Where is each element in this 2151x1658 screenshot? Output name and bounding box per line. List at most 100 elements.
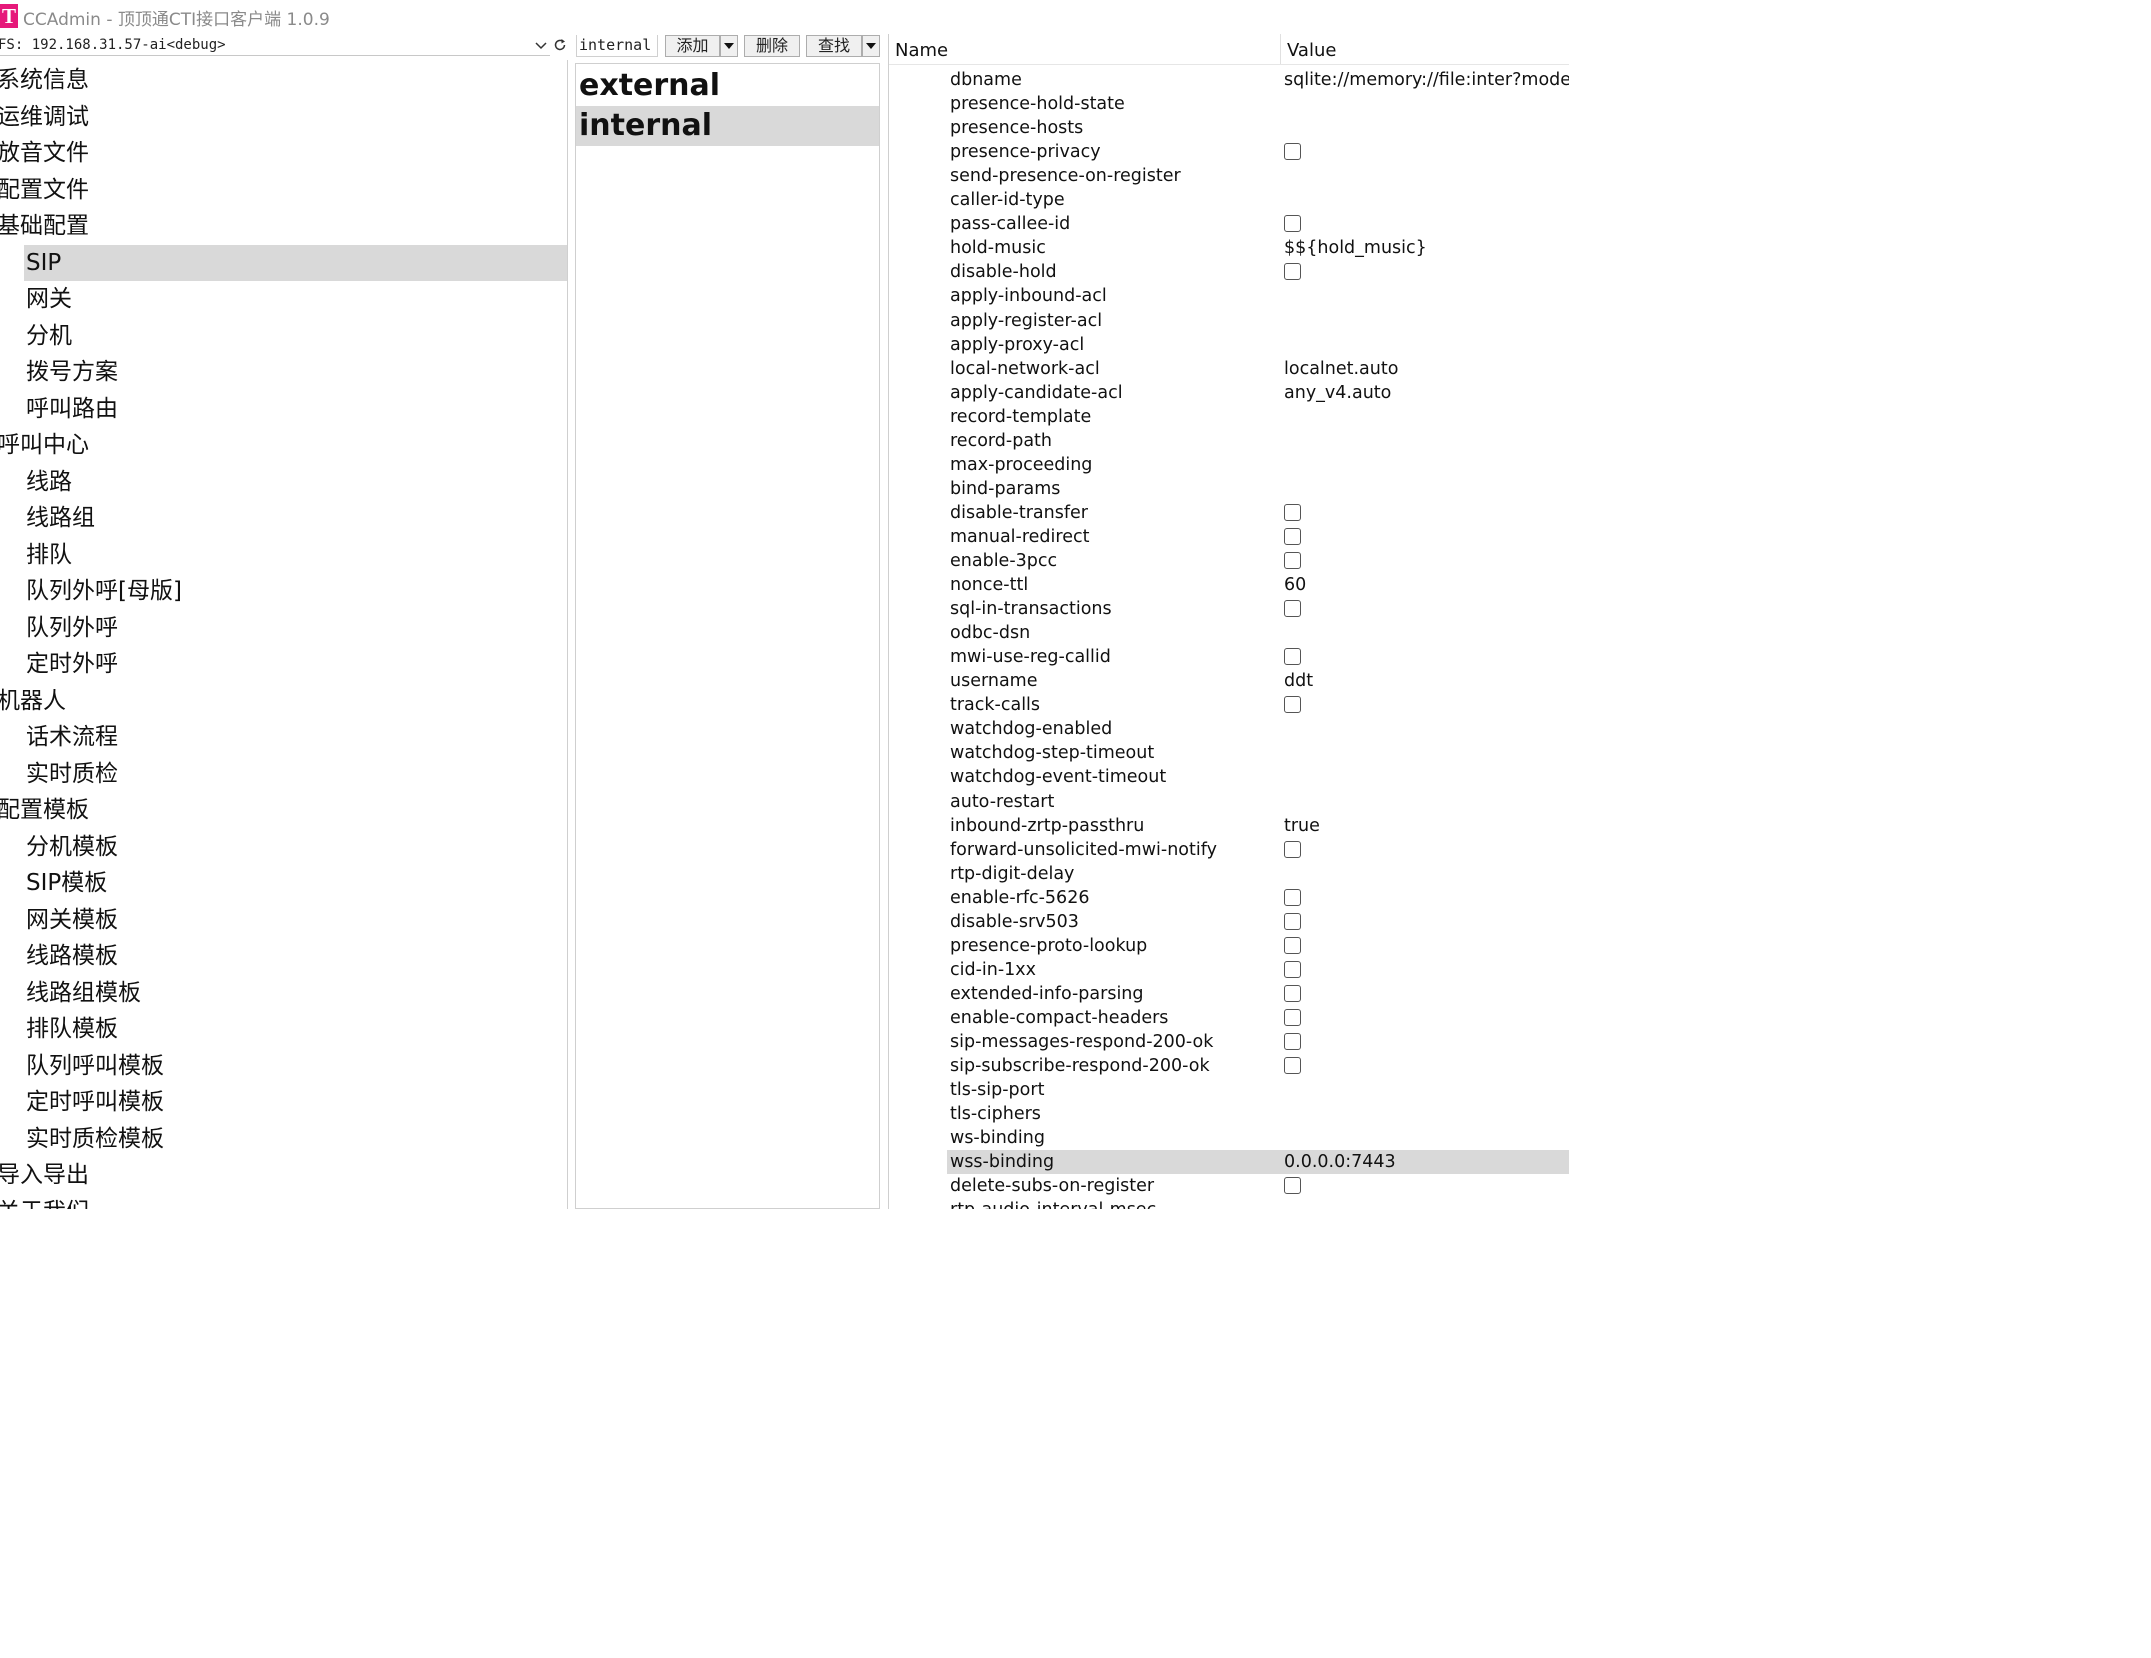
property-checkbox[interactable] — [1284, 960, 1301, 978]
tree-item[interactable]: 定时呼叫模板 — [0, 1084, 567, 1120]
property-row[interactable]: send-presence-on-register — [889, 164, 1569, 188]
tree-item[interactable]: 分机模板 — [0, 829, 567, 865]
property-value[interactable]: 0.0.0.0:7443 — [1284, 1150, 1396, 1174]
property-row[interactable]: enable-3pcc — [889, 549, 1569, 573]
property-row[interactable]: auto-restart — [889, 790, 1569, 814]
tree-item[interactable]: 机器人 — [0, 683, 567, 719]
profile-select[interactable]: internal — [576, 35, 658, 57]
property-row[interactable]: cid-in-1xx — [889, 958, 1569, 982]
tree-item[interactable]: 实时质检模板 — [0, 1121, 567, 1157]
property-value[interactable]: true — [1284, 814, 1320, 838]
property-row[interactable]: watchdog-event-timeout — [889, 765, 1569, 789]
tree-item[interactable]: 线路模板 — [0, 938, 567, 974]
tree-item[interactable]: 话术流程 — [0, 719, 567, 755]
property-row[interactable]: caller-id-type — [889, 188, 1569, 212]
property-row[interactable]: enable-rfc-5626 — [889, 886, 1569, 910]
property-row[interactable]: tls-ciphers — [889, 1102, 1569, 1126]
tree-item[interactable]: 拨号方案 — [0, 354, 567, 390]
property-checkbox[interactable] — [1284, 936, 1301, 954]
property-row[interactable]: presence-hosts — [889, 116, 1569, 140]
property-row[interactable]: nonce-ttl 60 — [889, 573, 1569, 597]
property-checkbox[interactable] — [1284, 503, 1301, 521]
property-checkbox[interactable] — [1284, 263, 1301, 281]
find-dropdown-arrow-icon[interactable] — [862, 35, 880, 57]
tree-item[interactable]: 排队模板 — [0, 1011, 567, 1047]
property-row[interactable]: ws-binding — [889, 1126, 1569, 1150]
property-row[interactable]: max-proceeding — [889, 453, 1569, 477]
property-row[interactable]: rtp-audio-interval-msec — [889, 1198, 1569, 1209]
property-row[interactable]: record-path — [889, 429, 1569, 453]
tree-item[interactable]: SIP — [24, 244, 567, 281]
tree-item[interactable]: 队列呼叫模板 — [0, 1048, 567, 1084]
property-row[interactable]: apply-candidate-acl any_v4.auto — [889, 381, 1569, 405]
tree-item[interactable]: 系统信息 — [0, 62, 567, 98]
tree-item[interactable]: 呼叫路由 — [0, 391, 567, 427]
property-row[interactable]: wss-binding 0.0.0.0:7443 — [889, 1150, 1569, 1175]
property-row[interactable]: odbc-dsn — [889, 621, 1569, 645]
property-row[interactable]: presence-hold-state — [889, 92, 1569, 116]
server-select[interactable]: FS: 192.168.31.57-ai<debug> — [0, 35, 550, 56]
property-checkbox[interactable] — [1284, 888, 1301, 906]
property-value[interactable]: any_v4.auto — [1284, 381, 1391, 405]
property-checkbox[interactable] — [1284, 1008, 1301, 1026]
tree-item[interactable]: 配置模板 — [0, 792, 567, 828]
tree-item[interactable]: 网关 — [0, 281, 567, 317]
name-column-header[interactable]: Name — [895, 40, 948, 61]
chevron-down-icon[interactable] — [534, 38, 548, 52]
tree-item[interactable]: 网关模板 — [0, 902, 567, 938]
property-row[interactable]: record-template — [889, 405, 1569, 429]
refresh-icon[interactable] — [553, 38, 567, 52]
property-row[interactable]: enable-compact-headers — [889, 1006, 1569, 1030]
property-row[interactable]: disable-hold — [889, 260, 1569, 284]
property-checkbox[interactable] — [1284, 1057, 1301, 1075]
property-checkbox[interactable] — [1284, 600, 1301, 618]
tree-item[interactable]: 导入导出 — [0, 1157, 567, 1193]
property-row[interactable]: local-network-acl localnet.auto — [889, 357, 1569, 381]
property-row[interactable]: track-calls — [889, 693, 1569, 717]
tree-item[interactable]: 线路组模板 — [0, 975, 567, 1011]
property-value[interactable]: ddt — [1284, 669, 1313, 693]
tree-item[interactable]: 分机 — [0, 318, 567, 354]
property-checkbox[interactable] — [1284, 840, 1301, 858]
tree-item[interactable]: 关于我们 — [0, 1194, 567, 1210]
property-checkbox[interactable] — [1284, 1177, 1301, 1195]
property-row[interactable]: disable-transfer — [889, 501, 1569, 525]
property-value[interactable]: $${hold_music} — [1284, 236, 1427, 260]
tree-item[interactable]: 线路组 — [0, 500, 567, 536]
property-row[interactable]: dbname sqlite://memory://file:inter?mode=… — [889, 68, 1569, 92]
property-row[interactable]: bind-params — [889, 477, 1569, 501]
property-checkbox[interactable] — [1284, 552, 1301, 569]
property-checkbox[interactable] — [1284, 1033, 1301, 1050]
property-row[interactable]: username ddt — [889, 669, 1569, 693]
property-row[interactable]: manual-redirect — [889, 525, 1569, 549]
tree-item[interactable]: 队列外呼[母版] — [0, 573, 567, 609]
property-row[interactable]: apply-proxy-acl — [889, 333, 1569, 357]
property-row[interactable]: forward-unsolicited-mwi-notify — [889, 838, 1569, 862]
tree-item[interactable]: 队列外呼 — [0, 610, 567, 646]
property-checkbox[interactable] — [1284, 527, 1301, 545]
tree-item[interactable]: 基础配置 — [0, 208, 567, 244]
profile-list-item[interactable]: external — [576, 66, 879, 106]
property-row[interactable]: sql-in-transactions — [889, 597, 1569, 621]
find-button[interactable]: 查找 — [806, 35, 862, 57]
property-row[interactable]: watchdog-enabled — [889, 717, 1569, 741]
property-row[interactable]: sip-messages-respond-200-ok — [889, 1030, 1569, 1054]
tree-item[interactable]: 放音文件 — [0, 135, 567, 171]
property-row[interactable]: disable-srv503 — [889, 910, 1569, 934]
property-row[interactable]: apply-inbound-acl — [889, 284, 1569, 308]
profile-list-item[interactable]: internal — [576, 106, 879, 146]
property-row[interactable]: watchdog-step-timeout — [889, 741, 1569, 765]
property-row[interactable]: presence-proto-lookup — [889, 934, 1569, 958]
property-row[interactable]: pass-callee-id — [889, 212, 1569, 236]
tree-item[interactable]: 线路 — [0, 464, 567, 500]
column-divider[interactable] — [1280, 34, 1281, 64]
tree-item[interactable]: 呼叫中心 — [0, 427, 567, 463]
property-value[interactable]: 60 — [1284, 573, 1306, 597]
property-row[interactable]: mwi-use-reg-callid — [889, 645, 1569, 669]
property-checkbox[interactable] — [1284, 215, 1301, 233]
property-row[interactable]: inbound-zrtp-passthru true — [889, 814, 1569, 838]
property-row[interactable]: rtp-digit-delay — [889, 862, 1569, 886]
tree-item[interactable]: 配置文件 — [0, 172, 567, 208]
property-checkbox[interactable] — [1284, 984, 1301, 1002]
tree-item[interactable]: 运维调试 — [0, 99, 567, 135]
